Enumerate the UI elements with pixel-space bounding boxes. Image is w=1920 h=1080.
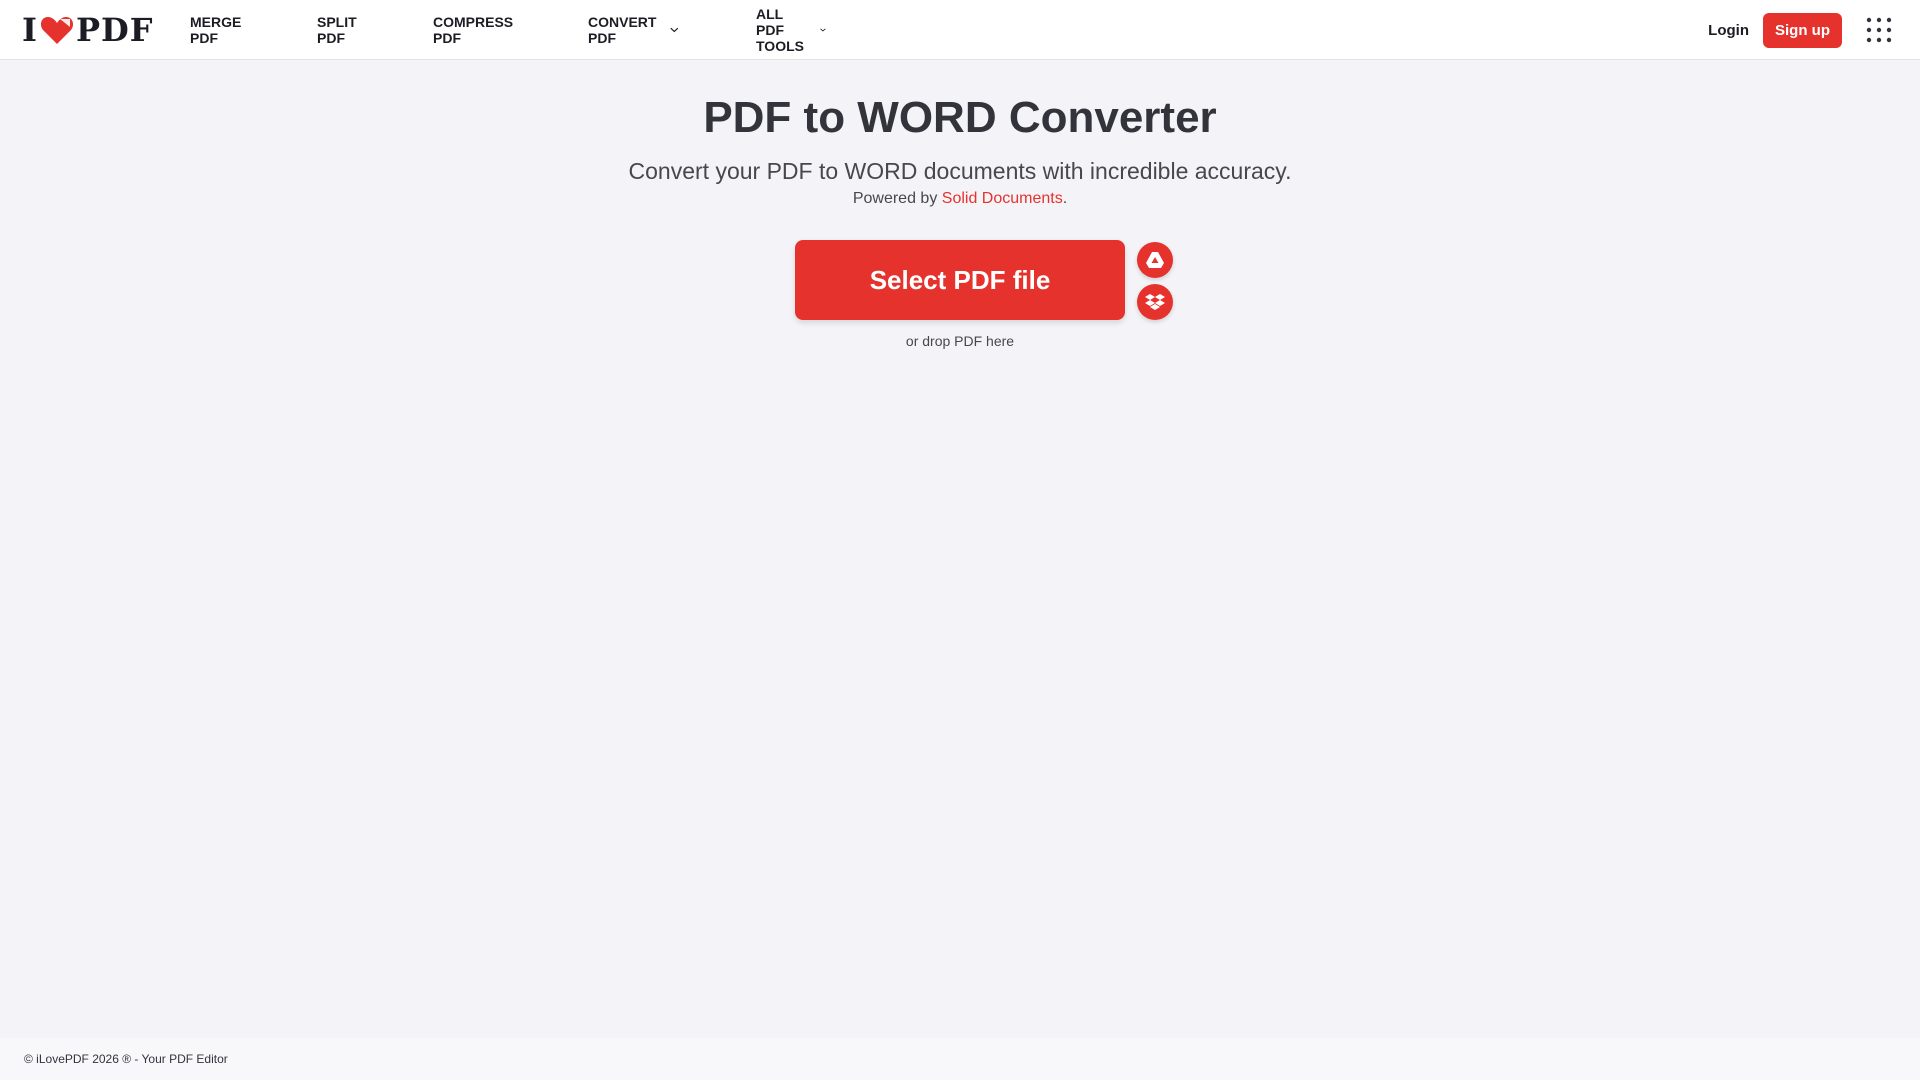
solid-documents-link[interactable]: Solid Documents xyxy=(942,190,1063,207)
dropbox-icon xyxy=(1145,294,1165,310)
account-nav: Login Sign up xyxy=(1708,0,1920,60)
grid-apps-icon[interactable] xyxy=(1866,17,1892,43)
nav-compress-pdf[interactable]: COMPRESS PDF xyxy=(433,14,513,46)
logo-text-i: I xyxy=(22,11,38,49)
nav-merge-pdf-label: MERGE PDF xyxy=(190,14,242,46)
logo-text-pdf: PDF xyxy=(75,11,154,49)
powered-by-prefix: Powered by xyxy=(852,190,942,207)
ilovepdf-logo[interactable]: I PDF xyxy=(22,11,154,49)
login-link[interactable]: Login xyxy=(1708,22,1749,39)
tool-header: PDF to WORD Converter Convert your PDF t… xyxy=(0,60,1920,209)
chevron-down-icon xyxy=(820,28,826,32)
chevron-down-icon xyxy=(670,27,679,33)
nav-all-pdf-tools-label: ALL PDF TOOLS xyxy=(756,6,804,54)
nav-compress-pdf-label: COMPRESS PDF xyxy=(433,14,514,46)
footer-copyright: © iLovePDF 2026 ® - Your PDF Editor xyxy=(24,1052,228,1066)
dropbox-button[interactable] xyxy=(1137,284,1173,320)
powered-by-line: Powered by Solid Documents. xyxy=(0,189,1920,209)
nav-merge-pdf[interactable]: MERGE PDF xyxy=(190,14,241,46)
page-title: PDF to WORD Converter xyxy=(703,93,1217,142)
drop-pdf-hint: or drop PDF here xyxy=(905,333,1015,349)
nav-convert-pdf[interactable]: CONVERT PDF xyxy=(588,14,679,46)
google-drive-button[interactable] xyxy=(1137,242,1173,278)
signup-button[interactable]: Sign up xyxy=(1763,12,1842,48)
nav-convert-pdf-label: CONVERT PDF xyxy=(588,14,657,46)
page-subtitle: Convert your PDF to WORD documents with … xyxy=(628,158,1292,184)
nav-split-pdf[interactable]: SPLIT PDF xyxy=(317,14,357,46)
heart-logo-icon xyxy=(40,17,74,44)
powered-by-suffix: . xyxy=(1062,190,1068,207)
select-pdf-file-button[interactable]: Select PDF file xyxy=(795,240,1125,320)
nav-split-pdf-label: SPLIT PDF xyxy=(317,14,357,46)
nav-all-pdf-tools[interactable]: ALL PDF TOOLS xyxy=(756,6,826,54)
footer: © iLovePDF 2026 ® - Your PDF Editor xyxy=(0,1038,1920,1080)
google-drive-icon xyxy=(1146,252,1164,268)
top-navigation-bar: I PDF MERGE PDF SPLIT PDF COMPRESS PDF C… xyxy=(0,0,1920,60)
